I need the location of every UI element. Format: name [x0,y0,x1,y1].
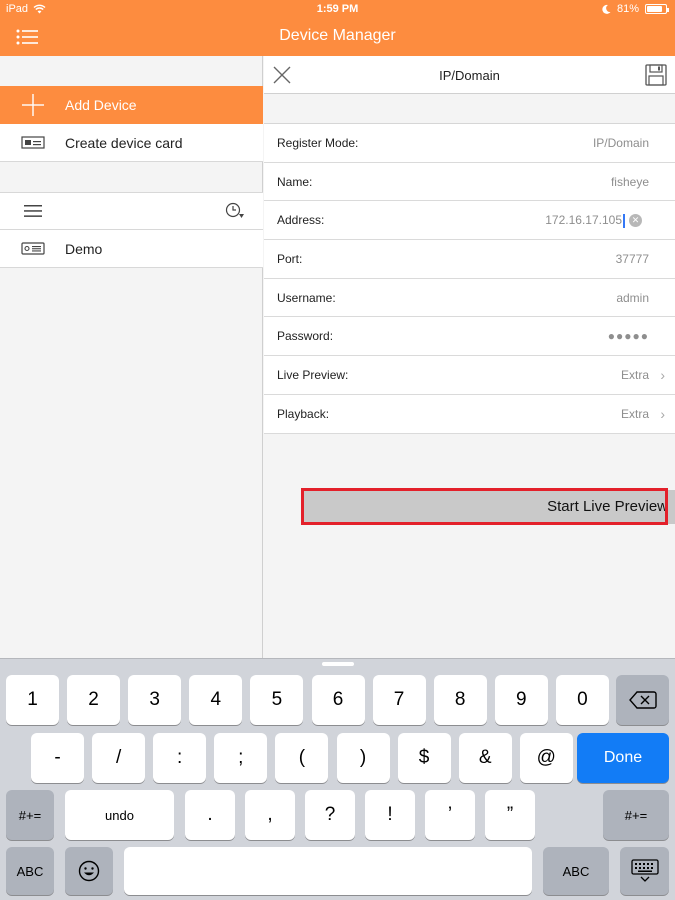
create-device-card-label: Create device card [65,134,183,151]
port-field[interactable]: 37777 [616,252,649,266]
dvr-device-icon [0,241,65,256]
keyboard-grabber[interactable] [322,662,354,666]
key-8[interactable]: 8 [433,675,487,725]
key-question[interactable]: ? [305,790,355,840]
abc-key[interactable]: ABC [6,847,54,895]
battery-icon [645,4,669,14]
key-1[interactable]: 1 [6,675,59,725]
key-apostrophe[interactable]: ’ [425,790,475,840]
key-exclamation[interactable]: ! [365,790,415,840]
key-colon[interactable]: : [153,733,207,783]
key-close-paren[interactable]: ) [336,733,390,783]
live-preview-value: Extra [620,367,649,382]
name-label: Name: [277,174,313,189]
address-row[interactable]: Address: 172.16.17.105 ✕ [264,201,675,241]
abc-key-right[interactable]: ABC [543,847,609,895]
backspace-key[interactable] [616,675,669,725]
space-key[interactable] [124,847,532,895]
key-9[interactable]: 9 [494,675,548,725]
device-sidebar: Add Device Create device card Demo [0,56,263,658]
key-7[interactable]: 7 [372,675,426,725]
symbols-key-right[interactable]: #+= [603,790,669,840]
register-mode-row[interactable]: Register Mode: IP/Domain [264,124,675,163]
navigation-bar: iPad 1:59 PM 81% Device Manager [0,0,675,56]
start-live-preview-button[interactable]: Start Live Preview [304,490,675,524]
key-minus[interactable]: - [31,733,84,783]
port-label: Port: [277,251,303,266]
clear-text-icon[interactable]: ✕ [629,213,642,227]
key-3[interactable]: 3 [128,675,182,725]
add-device-button[interactable]: Add Device [0,86,263,124]
symbols-key[interactable]: #+= [6,790,54,840]
register-mode-value: IP/Domain [592,135,649,150]
name-field[interactable]: fisheye [611,175,649,189]
device-detail-panel: IP/Domain Register Mode: IP/Domain Name:… [264,56,675,658]
history-icon[interactable] [207,202,263,220]
address-label: Address: [277,213,325,228]
on-screen-keyboard: 1 2 3 4 5 6 7 8 9 0- /:;() $ & @ Done #+= undo.,?!’” #+= A… [0,658,675,900]
password-field[interactable]: ●●●●● [608,329,649,343]
key-5[interactable]: 5 [250,675,304,725]
key-4[interactable]: 4 [189,675,243,725]
port-row[interactable]: Port: 37777 [264,240,675,279]
key-at[interactable]: @ [519,733,573,783]
key-ampersand[interactable]: & [458,733,512,783]
done-key[interactable]: Done [577,733,669,783]
key-dollar[interactable]: $ [397,733,451,783]
panel-title: IP/Domain [439,68,500,83]
key-0[interactable]: 0 [555,675,609,725]
password-label: Password: [277,329,334,344]
save-icon[interactable] [645,64,667,86]
moon-icon [602,4,611,14]
text-cursor [623,213,625,228]
key-quote[interactable]: ” [485,790,535,840]
emoji-icon [78,860,100,882]
key-comma[interactable]: , [245,790,295,840]
chevron-right-icon: › [660,366,665,383]
key-slash[interactable]: / [92,733,146,783]
device-list-toolbar [0,192,263,230]
add-device-label: Add Device [65,97,137,113]
live-preview-label: Live Preview: [277,367,349,382]
username-field[interactable]: admin [616,291,649,305]
device-card-icon [0,135,65,150]
device-name-label: Demo [65,240,103,257]
chevron-right-icon: › [660,405,665,422]
status-time: 1:59 PM [316,3,359,15]
battery-percent: 81% [616,3,639,15]
name-row[interactable]: Name: fisheye [264,163,675,202]
key-open-paren[interactable]: ( [275,733,329,783]
undo-key[interactable]: undo [65,790,174,840]
key-6[interactable]: 6 [311,675,365,725]
address-field[interactable]: 172.16.17.105 [545,213,625,228]
key-semicolon[interactable]: ; [214,733,268,783]
key-2[interactable]: 2 [67,675,121,725]
panel-header: IP/Domain [264,56,675,94]
key-period[interactable]: . [185,790,235,840]
page-title: Device Manager [279,27,396,44]
plus-icon [0,94,65,116]
password-row[interactable]: Password: ●●●●● [264,317,675,357]
live-preview-row[interactable]: Live Preview: Extra › [264,356,675,395]
device-form: Register Mode: IP/Domain Name: fisheye A… [264,123,675,434]
dismiss-keyboard-key[interactable] [620,847,669,895]
username-row[interactable]: Username: admin [264,279,675,318]
keyboard-hide-icon [630,859,659,882]
status-bar: iPad 1:59 PM 81% [0,0,675,20]
device-list-item[interactable]: Demo [0,230,263,268]
playback-label: Playback: [277,406,330,421]
playback-row[interactable]: Playback: Extra › [264,395,675,434]
register-mode-label: Register Mode: [277,135,359,150]
address-value: 172.16.17.105 [545,212,622,227]
playback-value: Extra [620,406,649,421]
create-device-card-button[interactable]: Create device card [0,124,263,162]
emoji-key[interactable] [65,847,113,895]
username-label: Username: [277,290,336,305]
sort-list-icon[interactable] [0,205,65,217]
